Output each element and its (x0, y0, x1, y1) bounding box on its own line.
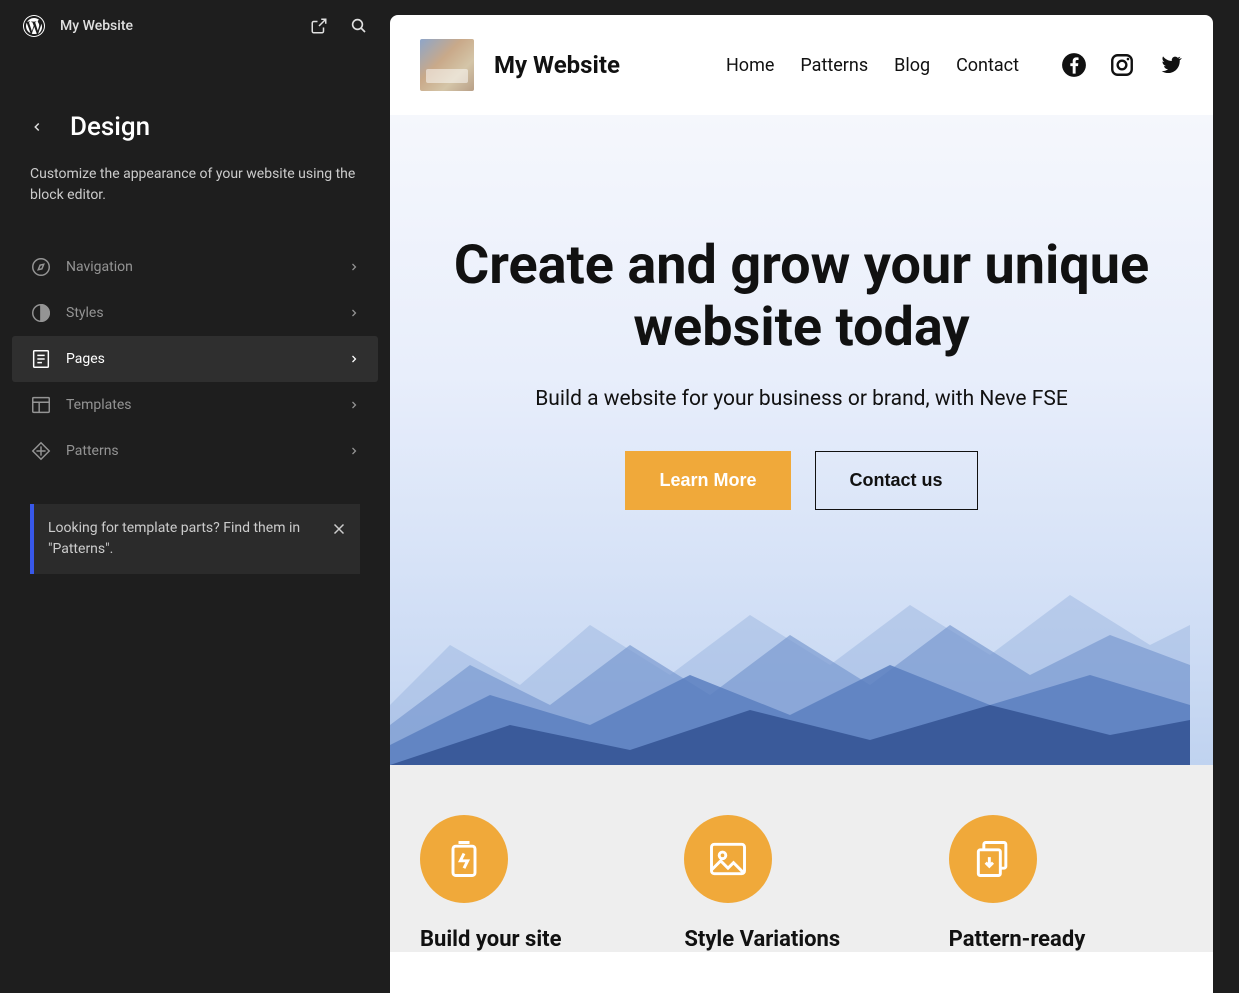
hero-buttons: Learn More Contact us (430, 451, 1173, 510)
close-icon[interactable] (330, 520, 348, 538)
contact-us-button[interactable]: Contact us (815, 451, 978, 510)
wordpress-logo-icon[interactable] (22, 14, 46, 38)
mountains-illustration (390, 525, 1190, 765)
design-header: Design (30, 112, 360, 142)
section-title: Design (70, 112, 150, 142)
nav-patterns[interactable]: Patterns (800, 55, 868, 76)
feature-title: Style Variations (684, 927, 918, 952)
sidebar-item-navigation[interactable]: Navigation (12, 244, 378, 290)
section-description: Customize the appearance of your website… (30, 164, 360, 206)
sidebar-site-name[interactable]: My Website (60, 18, 296, 34)
compass-icon (30, 256, 52, 278)
hero-subtext: Build a website for your business or bra… (430, 387, 1173, 411)
twitter-icon[interactable] (1157, 52, 1183, 78)
facebook-icon[interactable] (1061, 52, 1087, 78)
diamond-icon (30, 440, 52, 462)
features-section: Build your site Style Variations Pattern… (390, 765, 1213, 952)
primary-nav: Home Patterns Blog Contact (726, 52, 1183, 78)
hero-section: Create and grow your unique website toda… (390, 115, 1213, 765)
site-header: My Website Home Patterns Blog Contact (390, 15, 1213, 115)
menu-item-label: Templates (66, 397, 348, 413)
learn-more-button[interactable]: Learn More (625, 451, 790, 510)
download-file-icon (949, 815, 1037, 903)
site-preview[interactable]: My Website Home Patterns Blog Contact (390, 15, 1213, 993)
image-icon (684, 815, 772, 903)
feature-build: Build your site (420, 815, 654, 952)
menu-item-label: Styles (66, 305, 348, 321)
chevron-right-icon (348, 353, 360, 365)
social-icons (1061, 52, 1183, 78)
nav-contact[interactable]: Contact (956, 55, 1019, 76)
chevron-right-icon (348, 399, 360, 411)
feature-style: Style Variations (684, 815, 918, 952)
chevron-right-icon (348, 307, 360, 319)
nav-home[interactable]: Home (726, 55, 774, 76)
sidebar-item-styles[interactable]: Styles (12, 290, 378, 336)
sidebar-body: Design Customize the appearance of your … (0, 52, 390, 574)
feature-title: Build your site (420, 927, 654, 952)
feature-pattern: Pattern-ready (949, 815, 1183, 952)
search-icon[interactable] (350, 17, 368, 35)
sidebar-top-actions (310, 17, 368, 35)
design-menu: Navigation Styles Pages (12, 244, 378, 474)
menu-item-label: Pages (66, 351, 348, 367)
chevron-right-icon (348, 261, 360, 273)
nav-blog[interactable]: Blog (894, 55, 930, 76)
back-chevron-icon[interactable] (30, 120, 44, 134)
notice-text: Looking for template parts? Find them in… (48, 518, 322, 560)
sidebar-item-patterns[interactable]: Patterns (12, 428, 378, 474)
template-parts-notice: Looking for template parts? Find them in… (30, 504, 360, 574)
site-logo[interactable] (420, 39, 474, 91)
page-icon (30, 348, 52, 370)
sidebar-item-pages[interactable]: Pages (12, 336, 378, 382)
editor-sidebar: My Website Design Customize the appearan… (0, 0, 390, 993)
instagram-icon[interactable] (1109, 52, 1135, 78)
site-title[interactable]: My Website (494, 51, 706, 79)
feature-title: Pattern-ready (949, 927, 1183, 952)
menu-item-label: Navigation (66, 259, 348, 275)
layout-icon (30, 394, 52, 416)
open-site-icon[interactable] (310, 17, 328, 35)
preview-wrap: My Website Home Patterns Blog Contact (390, 0, 1239, 993)
half-circle-icon (30, 302, 52, 324)
menu-item-label: Patterns (66, 443, 348, 459)
sidebar-item-templates[interactable]: Templates (12, 382, 378, 428)
chevron-right-icon (348, 445, 360, 457)
sidebar-topbar: My Website (0, 0, 390, 52)
battery-charge-icon (420, 815, 508, 903)
hero-heading: Create and grow your unique website toda… (452, 235, 1152, 359)
